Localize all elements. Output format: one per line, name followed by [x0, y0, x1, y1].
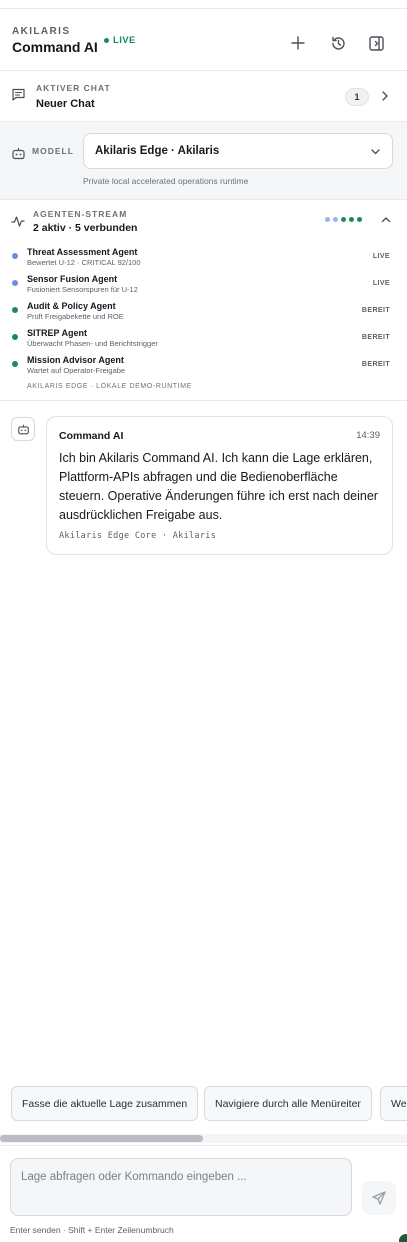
agent-status-dots — [325, 217, 362, 222]
assistant-message: Command AI 14:39 Ich bin Akilaris Comman… — [46, 416, 393, 555]
status-dot-icon — [349, 217, 354, 222]
agent-status-dot-icon — [12, 307, 18, 313]
activity-icon — [11, 216, 25, 227]
agent-name: Mission Advisor Agent — [27, 355, 124, 365]
agent-detail: Überwacht Phasen- und Berichtstrigger — [27, 339, 158, 348]
history-icon — [331, 36, 345, 50]
active-chat-label: AKTIVER CHAT — [36, 83, 111, 93]
chevron-right-icon — [382, 91, 388, 101]
suggestion-chip[interactable]: Navigiere durch alle Menüreiter — [204, 1086, 372, 1121]
model-description: Private local accelerated operations run… — [83, 176, 249, 186]
suggestion-chips: Fasse die aktuelle Lage zusammen Navigie… — [11, 1086, 407, 1122]
panel-title: Command AI — [12, 39, 98, 55]
model-selected-value: Akilaris Edge · Akilaris — [95, 145, 220, 157]
agent-stream-summary: 2 aktiv · 5 verbunden — [33, 222, 138, 234]
agent-status: BEREIT — [361, 307, 390, 314]
agent-detail: Prüft Freigabekette und ROE — [27, 312, 124, 321]
agent-status-dot-icon — [12, 334, 18, 340]
toggle-panel-button[interactable] — [364, 31, 388, 55]
message-meta: Akilaris Edge Core · Akilaris — [59, 531, 217, 541]
suggestion-chip[interactable]: We — [380, 1086, 407, 1121]
status-dot-icon — [357, 217, 362, 222]
robot-icon — [17, 424, 29, 434]
agent-status: BEREIT — [361, 361, 390, 368]
message-text: Ich bin Akilaris Command AI. Ich kann di… — [59, 451, 378, 522]
agent-name: Threat Assessment Agent — [27, 247, 138, 257]
model-select[interactable]: Akilaris Edge · Akilaris — [83, 133, 393, 169]
agent-detail: Wartet auf Operator-Freigabe — [27, 366, 126, 375]
agent-status: LIVE — [372, 280, 390, 287]
message-author: Command AI — [59, 430, 124, 442]
status-dot-icon — [325, 217, 330, 222]
agent-status-dot-icon — [12, 361, 18, 367]
active-chat-row[interactable]: AKTIVER CHAT Neuer Chat 1 — [0, 71, 407, 122]
live-label: LIVE — [113, 35, 136, 46]
plus-icon — [291, 36, 305, 50]
composer: Enter senden · Shift + Enter Zeilenumbru… — [0, 1145, 407, 1242]
panel-collapse-icon — [368, 35, 384, 51]
status-dot-icon — [341, 217, 346, 222]
agent-status-dot-icon — [12, 280, 18, 286]
chat-count-badge: 1 — [345, 88, 369, 106]
agent-status: LIVE — [372, 253, 390, 260]
live-dot-icon — [104, 38, 109, 43]
suggestion-chip[interactable]: Fasse die aktuelle Lage zusammen — [11, 1086, 199, 1121]
chevron-up-icon[interactable] — [380, 214, 392, 226]
send-icon — [372, 1191, 386, 1205]
agent-row[interactable]: Audit & Policy Agent Prüft Freigabekette… — [12, 301, 396, 325]
panel-header: AKILARIS Command AI LIVE — [0, 9, 407, 71]
scrollbar-thumb[interactable] — [0, 1135, 203, 1142]
top-edge — [0, 0, 407, 9]
brand-label: AKILARIS — [12, 26, 71, 37]
live-badge: LIVE — [104, 35, 136, 46]
corner-indicator — [399, 1234, 407, 1242]
agent-stream-section: AGENTEN-STREAM 2 aktiv · 5 verbunden Thr… — [0, 200, 407, 401]
agent-row[interactable]: Sensor Fusion Agent Fusioniert Sensorspu… — [12, 274, 396, 298]
agent-name: SITREP Agent — [27, 328, 88, 338]
agent-detail: Bewertet U-12 · CRITICAL 92/100 — [27, 258, 141, 267]
agent-detail: Fusioniert Sensorspuren für U-12 — [27, 285, 138, 294]
robot-icon — [12, 148, 25, 160]
agent-stream-label: AGENTEN-STREAM — [33, 209, 128, 219]
bot-avatar — [11, 417, 35, 441]
agent-status: BEREIT — [361, 334, 390, 341]
agent-status-dot-icon — [12, 253, 18, 259]
agent-stream-footer: AKILARIS EDGE · LOKALE DEMO-RUNTIME — [27, 383, 192, 390]
send-button[interactable] — [362, 1181, 396, 1215]
agent-row[interactable]: Threat Assessment Agent Bewertet U-12 · … — [12, 247, 396, 271]
new-chat-button[interactable] — [286, 31, 310, 55]
composer-hint: Enter senden · Shift + Enter Zeilenumbru… — [10, 1225, 174, 1235]
horizontal-scrollbar[interactable] — [0, 1134, 407, 1143]
model-section: MODELL Akilaris Edge · Akilaris Private … — [0, 122, 407, 200]
agent-row[interactable]: SITREP Agent Überwacht Phasen- und Beric… — [12, 328, 396, 352]
model-label: MODELL — [32, 146, 74, 156]
agent-name: Sensor Fusion Agent — [27, 274, 118, 284]
status-dot-icon — [333, 217, 338, 222]
message-time: 14:39 — [356, 430, 380, 441]
command-input[interactable] — [10, 1158, 352, 1216]
agent-name: Audit & Policy Agent — [27, 301, 116, 311]
history-button[interactable] — [326, 31, 350, 55]
active-chat-name: Neuer Chat — [36, 98, 95, 110]
chevron-down-icon — [371, 149, 380, 155]
chat-icon — [12, 88, 25, 101]
agent-row[interactable]: Mission Advisor Agent Wartet auf Operato… — [12, 355, 396, 379]
